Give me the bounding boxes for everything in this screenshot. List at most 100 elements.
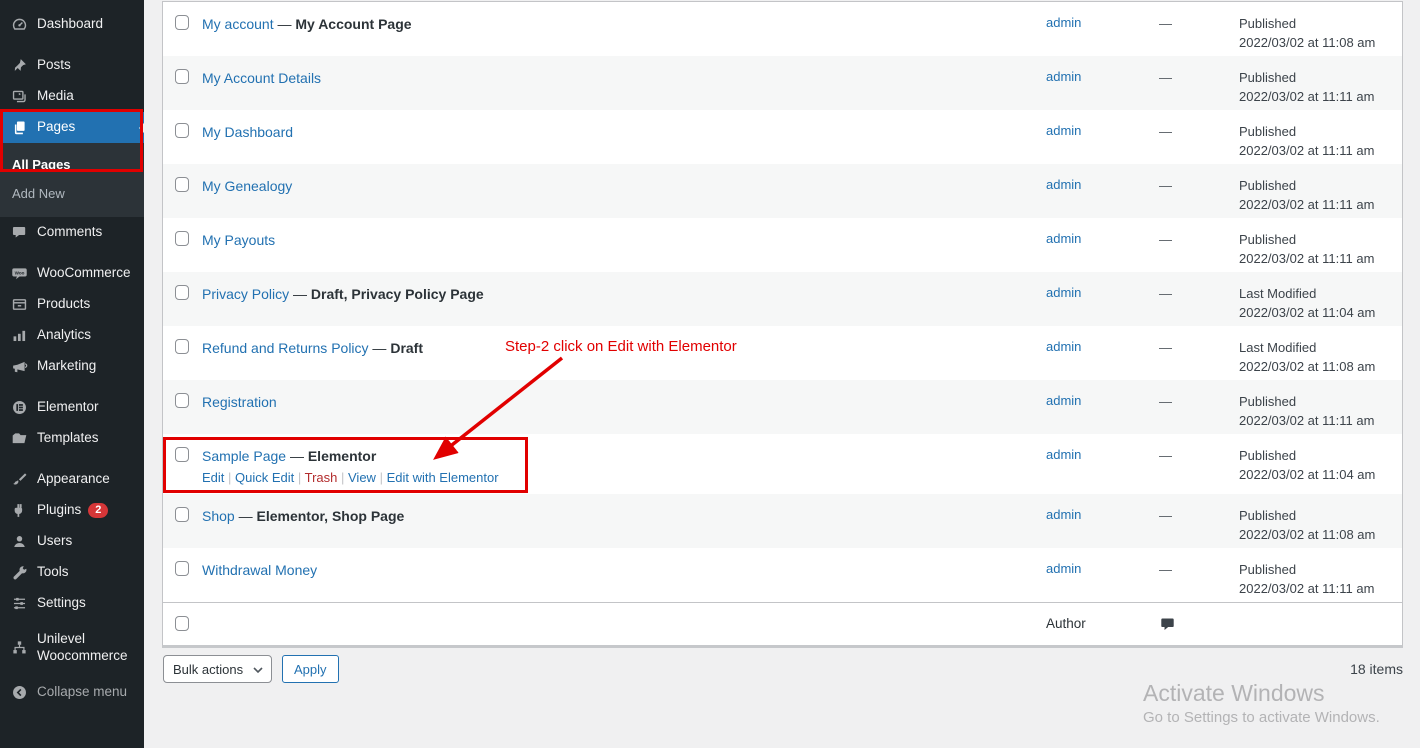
- page-title-link[interactable]: Privacy Policy: [202, 286, 289, 302]
- sidebar-item-comments[interactable]: Comments: [0, 217, 144, 248]
- row-checkbox[interactable]: [175, 393, 189, 408]
- dashboard-icon: [9, 15, 29, 35]
- comments-count: —: [1159, 562, 1172, 577]
- row-action-quick-edit[interactable]: Quick Edit: [235, 470, 294, 485]
- author-link[interactable]: admin: [1046, 561, 1081, 576]
- publish-date: 2022/03/02 at 11:11 am: [1239, 142, 1394, 161]
- row-action-edit[interactable]: Edit: [202, 470, 224, 485]
- bulk-actions-bar: Bulk actions Apply: [163, 655, 339, 683]
- author-link[interactable]: admin: [1046, 69, 1081, 84]
- bulk-actions-select[interactable]: Bulk actions: [163, 655, 272, 683]
- sidebar-item-settings[interactable]: Settings: [0, 588, 144, 619]
- title-state-separator: —: [369, 340, 391, 356]
- author-link[interactable]: admin: [1046, 177, 1081, 192]
- sidebar-item-media[interactable]: Media: [0, 81, 144, 112]
- comments-count: —: [1159, 70, 1172, 85]
- row-checkbox[interactable]: [175, 69, 189, 84]
- page-title-link[interactable]: Registration: [202, 394, 277, 410]
- pages-table-body: My account — My Account Pageadmin—Publis…: [163, 2, 1402, 602]
- row-checkbox[interactable]: [175, 447, 189, 462]
- author-link[interactable]: admin: [1046, 123, 1081, 138]
- page-title-link[interactable]: My Dashboard: [202, 124, 293, 140]
- row-checkbox[interactable]: [175, 339, 189, 354]
- table-row: My Account Detailsadmin—Published2022/03…: [163, 56, 1402, 110]
- sidebar-item-unilevel-woocommerce[interactable]: Unilevel Woocommerce: [0, 629, 144, 667]
- sidebar-item-collapse-menu[interactable]: Collapse menu: [0, 677, 144, 708]
- sidebar-item-dashboard[interactable]: Dashboard: [0, 9, 144, 40]
- apply-button[interactable]: Apply: [282, 655, 339, 683]
- page-title-link[interactable]: My Account Details: [202, 70, 321, 86]
- sidebar-item-products[interactable]: Products: [0, 289, 144, 320]
- pages-submenu: All PagesAdd New: [0, 143, 144, 217]
- sidebar-item-posts[interactable]: Posts: [0, 50, 144, 81]
- page-title-link[interactable]: Refund and Returns Policy: [202, 340, 369, 356]
- page-title-link[interactable]: My Payouts: [202, 232, 275, 248]
- sidebar-item-marketing[interactable]: Marketing: [0, 351, 144, 382]
- table-row: Shop — Elementor, Shop Pageadmin—Publish…: [163, 494, 1402, 548]
- author-link[interactable]: admin: [1046, 393, 1081, 408]
- comments-count: —: [1159, 178, 1172, 193]
- tools-icon: [9, 563, 29, 583]
- comments-count: —: [1159, 340, 1172, 355]
- publish-date: 2022/03/02 at 11:08 am: [1239, 34, 1394, 53]
- row-action-edit-with-elementor[interactable]: Edit with Elementor: [387, 470, 499, 485]
- sidebar-item-plugins[interactable]: Plugins2: [0, 495, 144, 526]
- row-action-view[interactable]: View: [348, 470, 376, 485]
- analytics-icon: [9, 326, 29, 346]
- sidebar-item-analytics[interactable]: Analytics: [0, 320, 144, 351]
- author-link[interactable]: admin: [1046, 15, 1081, 30]
- sidebar-item-templates[interactable]: Templates: [0, 423, 144, 454]
- pin-icon: [9, 56, 29, 76]
- row-checkbox[interactable]: [175, 231, 189, 246]
- publish-status: Published: [1239, 177, 1394, 196]
- page-title-link[interactable]: Withdrawal Money: [202, 562, 317, 578]
- row-checkbox[interactable]: [175, 507, 189, 522]
- sidebar-item-woocommerce[interactable]: Woo WooCommerce: [0, 258, 144, 289]
- sidebar-item-label: WooCommerce: [37, 265, 131, 282]
- page-title-link[interactable]: Shop: [202, 508, 235, 524]
- comments-count: —: [1159, 448, 1172, 463]
- author-link[interactable]: admin: [1046, 285, 1081, 300]
- watermark-subtitle: Go to Settings to activate Windows.: [1143, 709, 1380, 726]
- row-checkbox[interactable]: [175, 561, 189, 576]
- current-menu-arrow: [134, 123, 144, 133]
- author-link[interactable]: admin: [1046, 507, 1081, 522]
- svg-text:Woo: Woo: [14, 270, 24, 275]
- author-link[interactable]: admin: [1046, 339, 1081, 354]
- windows-activation-watermark: Activate Windows Go to Settings to activ…: [1143, 680, 1380, 726]
- select-all-checkbox[interactable]: [175, 616, 189, 631]
- page-title-link[interactable]: My account: [202, 16, 274, 32]
- row-checkbox[interactable]: [175, 15, 189, 30]
- sidebar-item-appearance[interactable]: Appearance: [0, 464, 144, 495]
- page-title-link[interactable]: Sample Page: [202, 448, 286, 464]
- table-row: My Payoutsadmin—Published2022/03/02 at 1…: [163, 218, 1402, 272]
- sidebar-item-elementor[interactable]: Elementor: [0, 392, 144, 423]
- sidebar-item-users[interactable]: Users: [0, 526, 144, 557]
- users-icon: [9, 532, 29, 552]
- plugins-icon: [9, 501, 29, 521]
- comments-icon: [9, 223, 29, 243]
- publish-status: Last Modified: [1239, 339, 1394, 358]
- pages-icon: [9, 118, 29, 138]
- sidebar-subitem-all-pages[interactable]: All Pages: [0, 150, 144, 179]
- row-checkbox[interactable]: [175, 123, 189, 138]
- row-checkbox[interactable]: [175, 177, 189, 192]
- row-checkbox[interactable]: [175, 285, 189, 300]
- sidebar-item-pages[interactable]: Pages: [0, 112, 144, 143]
- sidebar-item-label: Collapse menu: [37, 684, 127, 701]
- post-state-label: Draft: [390, 340, 423, 356]
- settings-icon: [9, 594, 29, 614]
- items-count: 18 items: [1350, 661, 1403, 677]
- sidebar-subitem-add-new[interactable]: Add New: [0, 179, 144, 208]
- sidebar-item-tools[interactable]: Tools: [0, 557, 144, 588]
- page-title-link[interactable]: My Genealogy: [202, 178, 292, 194]
- author-link[interactable]: admin: [1046, 447, 1081, 462]
- sidebar-item-label: Comments: [37, 224, 102, 241]
- author-link[interactable]: admin: [1046, 231, 1081, 246]
- publish-status: Published: [1239, 15, 1394, 34]
- row-action-trash[interactable]: Trash: [305, 470, 338, 485]
- watermark-title: Activate Windows: [1143, 680, 1380, 706]
- row-actions: Edit | Quick Edit | Trash | View | Edit …: [202, 469, 1036, 495]
- table-row: My account — My Account Pageadmin—Publis…: [163, 2, 1402, 56]
- comments-count: —: [1159, 394, 1172, 409]
